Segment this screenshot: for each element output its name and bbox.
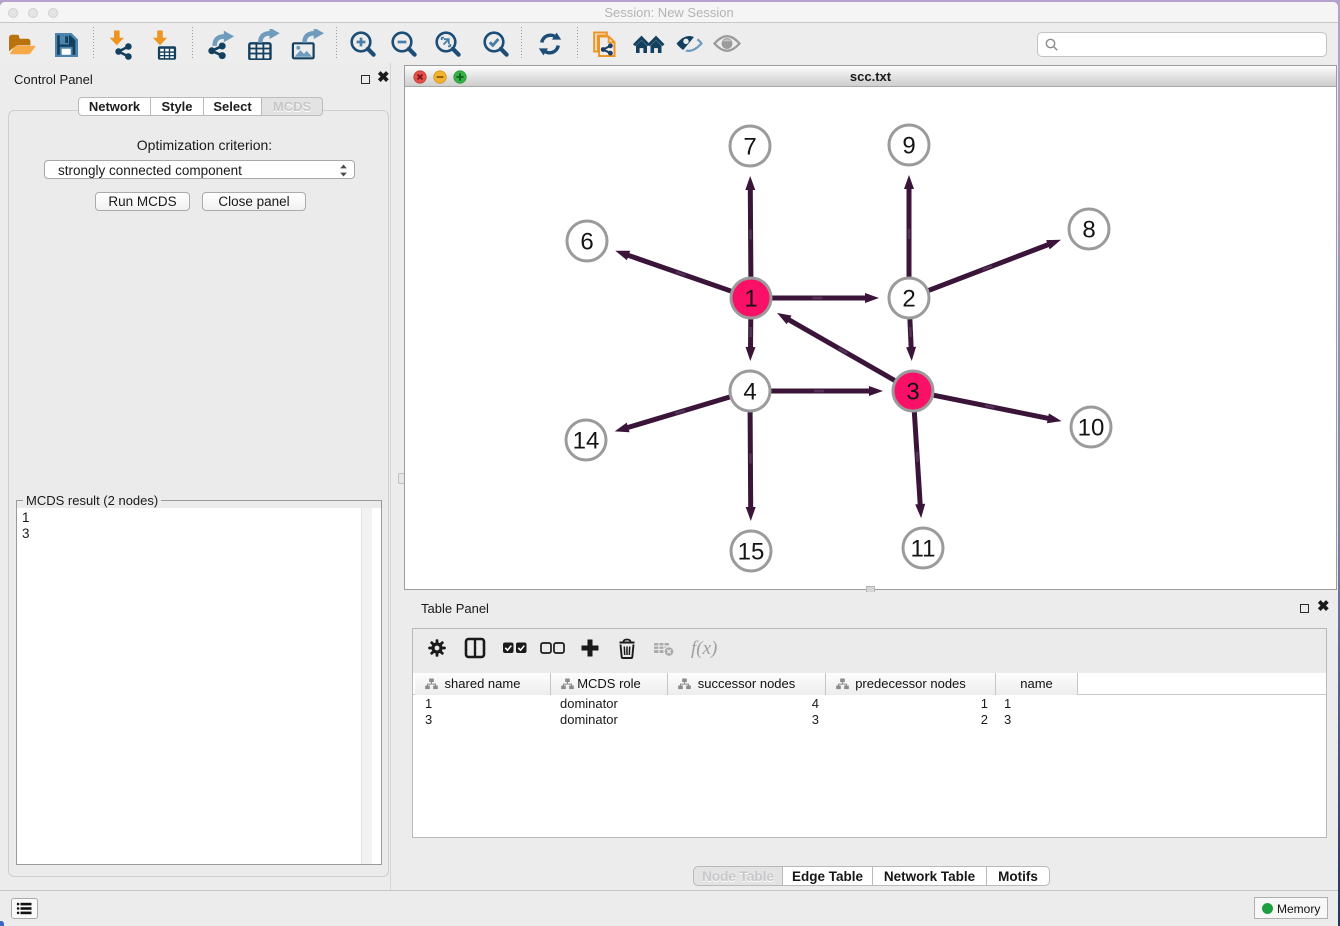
svg-text:4: 4: [743, 379, 756, 406]
svg-text:15: 15: [738, 539, 765, 566]
svg-text:14: 14: [573, 428, 600, 455]
svg-text:2: 2: [902, 286, 915, 313]
svg-text:8: 8: [1082, 217, 1095, 244]
svg-text:9: 9: [902, 133, 915, 160]
svg-text:7: 7: [743, 134, 756, 161]
svg-text:1: 1: [744, 286, 757, 313]
svg-text:6: 6: [580, 229, 593, 256]
svg-text:f(x): f(x): [691, 638, 717, 659]
svg-text:11: 11: [911, 536, 936, 563]
svg-text:3: 3: [906, 379, 919, 406]
svg-text:10: 10: [1078, 415, 1105, 442]
